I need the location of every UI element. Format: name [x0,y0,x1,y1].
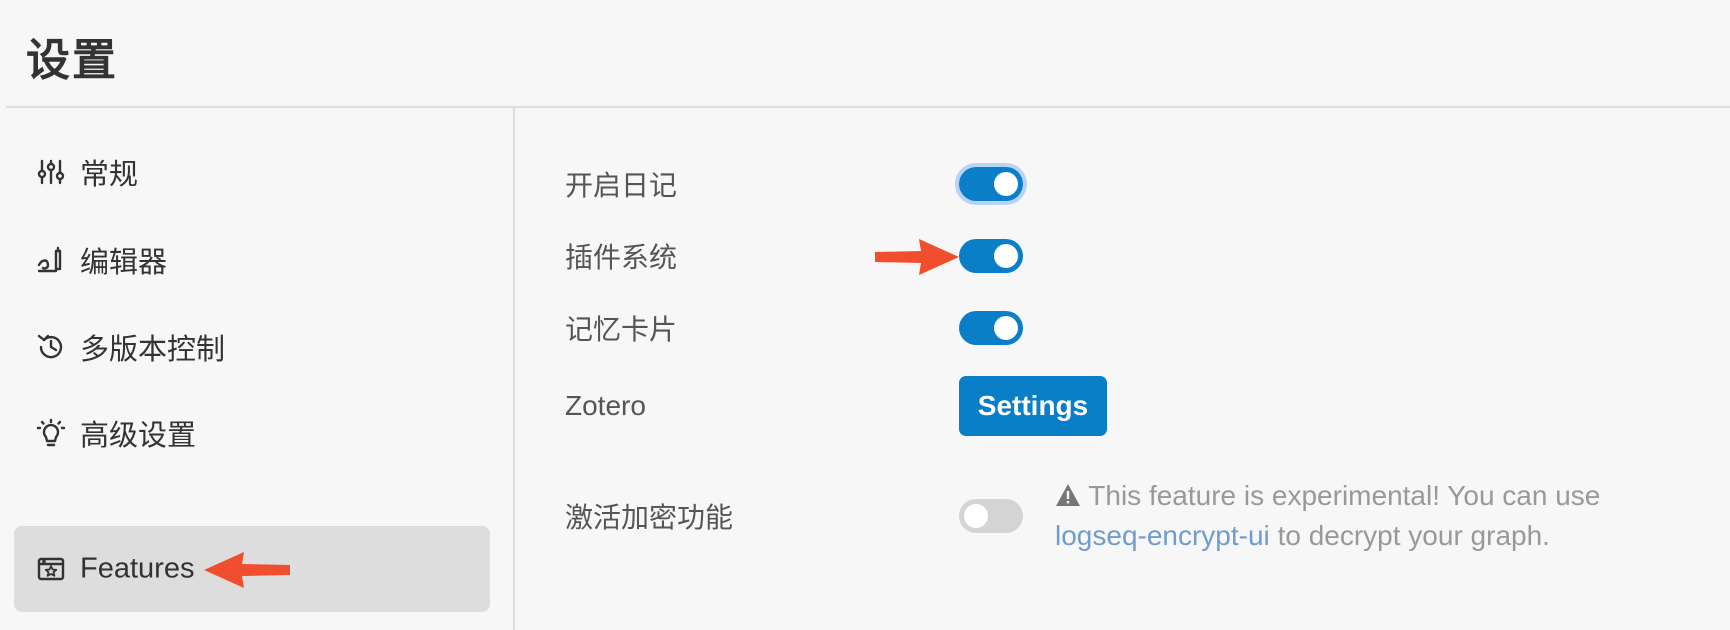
flashcards-toggle[interactable] [959,311,1023,345]
zotero-settings-button[interactable]: Settings [959,376,1107,436]
sidebar-item-label: Features [80,552,195,585]
toggle-knob [994,316,1018,340]
sidebar-item-version-control[interactable]: 多版本控制 [14,304,490,390]
features-icon [36,554,66,584]
encryption-warning: This feature is experimental! You can us… [1055,476,1675,556]
settings-content: 开启日记 插件系统 记忆卡片 Zotero Settings 激活加密功能 Th… [515,108,1730,630]
setting-label-plugins: 插件系统 [565,242,678,273]
history-icon [36,332,66,362]
journals-toggle[interactable] [959,167,1023,201]
page-title: 设置 [26,36,118,85]
sidebar-item-label: 多版本控制 [80,334,226,366]
plugins-toggle[interactable] [959,239,1023,273]
setting-label-flashcards: 记忆卡片 [565,314,678,345]
sidebar-item-editor[interactable]: 编辑器 [14,217,490,303]
sidebar-item-label: 高级设置 [80,420,197,452]
setting-label-encryption: 激活加密功能 [565,502,734,533]
sliders-icon [36,157,66,187]
setting-label-journals: 开启日记 [565,170,678,201]
annotation-arrow-icon [204,552,290,588]
encryption-toggle[interactable] [959,499,1023,533]
settings-sidebar: 常规 编辑器 多版本控制 高级设置 Features [0,108,515,630]
sidebar-item-features[interactable]: Features [14,526,490,612]
warning-icon [1056,484,1080,506]
encrypt-ui-link[interactable]: logseq-encrypt-ui [1055,520,1270,551]
sidebar-item-label: 编辑器 [80,247,168,279]
settings-window: 设置 常规 编辑器 多版本控制 高级设置 Features 开启日记 插件系统 … [0,0,1730,630]
toggle-knob [994,244,1018,268]
sidebar-item-label: 常规 [80,159,139,191]
editor-pen-icon [36,245,66,275]
setting-label-zotero: Zotero [565,390,646,421]
annotation-arrow-icon [875,239,959,275]
warning-text-end: to decrypt your graph. [1277,520,1550,551]
toggle-knob [964,504,988,528]
bulb-icon [36,418,66,448]
warning-text: This feature is experimental! You can us… [1088,480,1601,511]
settings-header: 设置 [6,0,1730,108]
sidebar-item-general[interactable]: 常规 [14,129,490,215]
toggle-knob [994,172,1018,196]
sidebar-item-advanced[interactable]: 高级设置 [14,390,490,476]
